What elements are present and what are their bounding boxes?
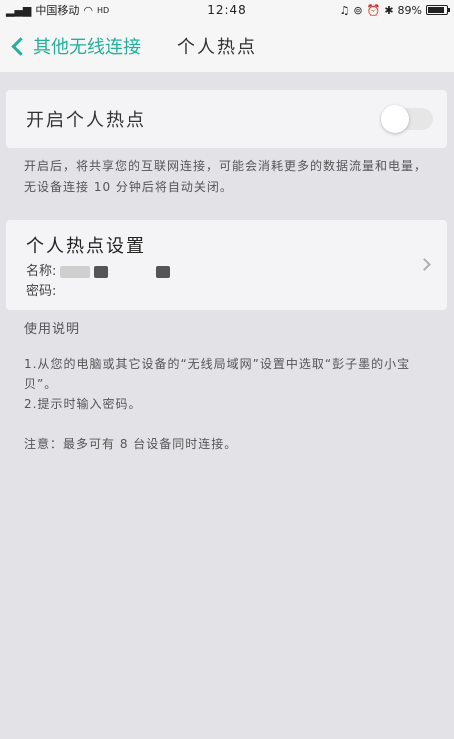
hd-icon: HD (97, 5, 110, 15)
name-label: 名称: (26, 264, 57, 279)
status-bar: ▂▄▆ 中国移动 ◠ HD 12:48 ♫ ⊚ ⏰ ✱ 89% (0, 0, 454, 20)
redacted-name-block-3 (156, 266, 171, 278)
toggle-knob (381, 105, 409, 133)
lock-rotation-icon: ⊚ (353, 3, 363, 17)
redacted-name-block-2 (112, 266, 152, 278)
password-label: 密码: (26, 284, 57, 299)
hotspot-toggle-row: 开启个人热点 (6, 90, 447, 148)
hotspot-note: 开启后，将共享您的互联网连接，可能会消耗更多的数据流量和电量，无设备连接 10 … (24, 159, 428, 194)
status-time: 12:48 (207, 3, 247, 17)
hotspot-settings-row[interactable]: 个人热点设置 名称: 密码: (6, 220, 447, 310)
page-title: 个人热点 (177, 37, 257, 58)
settings-name-line: 名称: (26, 262, 427, 282)
mute-icon: ♫ (339, 3, 350, 17)
back-button[interactable]: 其他无线连接 (0, 33, 141, 59)
back-label: 其他无线连接 (33, 37, 141, 58)
redacted-name-block (94, 266, 109, 278)
instructions-step-2: 2.提示时输入密码。 (24, 397, 142, 411)
wifi-icon: ◠ (83, 3, 93, 17)
battery-icon (426, 5, 450, 15)
hotspot-toggle-label: 开启个人热点 (26, 110, 146, 131)
chevron-left-icon (11, 36, 30, 56)
bluetooth-icon: ✱ (384, 3, 394, 17)
nav-bar: 其他无线连接 个人热点 (0, 20, 454, 72)
battery-fill (428, 7, 444, 13)
battery-percent: 89% (397, 3, 422, 17)
instructions-heading: 使用说明 (24, 322, 81, 337)
signal-icon: ▂▄▆ (6, 3, 32, 17)
alarm-icon: ⏰ (366, 3, 381, 17)
settings-title: 个人热点设置 (26, 236, 146, 257)
instructions: 使用说明 1.从您的电脑或其它设备的“无线局域网”设置中选取“彭子墨的小宝贝”。… (24, 320, 434, 454)
redacted-name (60, 266, 91, 278)
settings-password-line: 密码: (26, 282, 427, 302)
instructions-step-1: 1.从您的电脑或其它设备的“无线局域网”设置中选取“彭子墨的小宝贝”。 (24, 357, 411, 391)
instructions-note: 注意：最多可有 8 台设备同时连接。 (24, 437, 238, 451)
hotspot-toggle[interactable] (381, 105, 433, 133)
carrier-label: 中国移动 (35, 4, 80, 17)
